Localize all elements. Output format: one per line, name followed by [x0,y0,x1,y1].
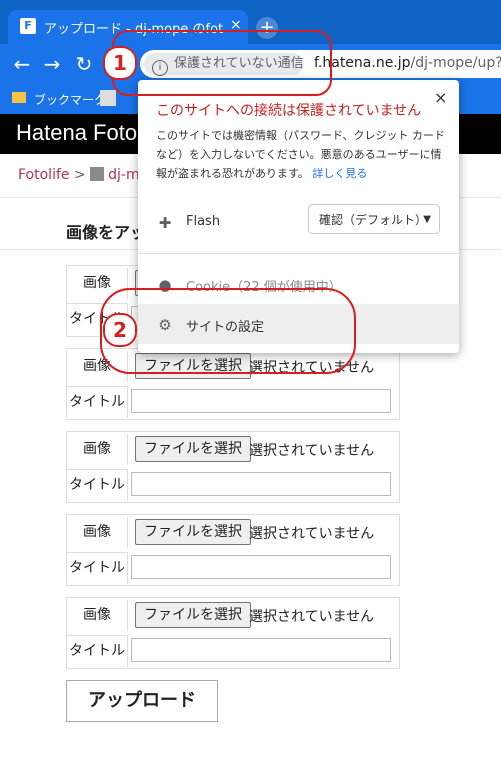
file-select-button[interactable]: ファイルを選択 [135,602,251,628]
annotation-ring-2 [100,288,356,374]
favicon-icon: F [20,18,36,34]
file-status: 選択されていません [249,526,375,542]
image-row: 画像 ファイルを選択 選択されていません [67,432,399,467]
file-status: 選択されていません [249,443,375,459]
popup-description-text: このサイトでは機密情報（パスワード、クレジット カードなど）を入力しないでくださ… [156,129,446,180]
reload-icon[interactable]: ↻ [72,52,96,76]
url-path: /dj-mope/up?fol [410,55,501,71]
title-label: タイトル [67,635,128,667]
title-row: タイトル [67,467,399,502]
upload-group: 画像 ファイルを選択 選択されていません タイトル [66,514,400,586]
divider [138,253,459,254]
title-input[interactable] [131,472,391,496]
title-row: タイトル [67,384,399,419]
bookmark-item[interactable]: ブックマーク [34,91,106,108]
flash-permission-value: 確認（デフォルト） [319,213,428,227]
title-row: タイトル [67,633,399,668]
learn-more-link[interactable]: 詳しく見る [312,167,367,180]
upload-group: 画像 ファイルを選択 選択されていません タイトル [66,597,400,669]
avatar [90,167,105,181]
title-input[interactable] [131,638,391,662]
breadcrumb-separator: > [73,167,86,183]
folder-icon [12,92,26,103]
title-input[interactable] [131,389,391,413]
close-icon[interactable]: × [434,88,447,107]
upload-group: 画像 ファイルを選択 選択されていません タイトル [66,431,400,503]
title-label: タイトル [67,552,128,584]
file-status: 選択されていません [249,609,375,625]
file-select-button[interactable]: ファイルを選択 [135,519,251,545]
flash-permission-row: ✚ Flash 確認（デフォルト） ▼ [138,202,459,242]
chevron-down-icon: ▼ [423,214,431,225]
title-row: タイトル [67,550,399,585]
flash-permission-select[interactable]: 確認（デフォルト） ▼ [308,204,440,234]
image-label: 画像 [67,434,128,465]
puzzle-icon: ✚ [158,214,172,232]
upload-button[interactable]: アップロード [66,680,218,722]
annotation-ring-1 [112,30,332,96]
image-label: 画像 [67,517,128,548]
annotation-badge-1: 1 [103,46,137,80]
title-label: タイトル [67,469,128,501]
popup-warning-title: このサイトへの接続は保護されていません [156,103,422,119]
back-icon[interactable]: ← [10,52,34,76]
title-input[interactable] [131,555,391,579]
image-row: 画像 ファイルを選択 選択されていません [67,515,399,550]
title-label: タイトル [67,386,128,418]
image-row: 画像 ファイルを選択 選択されていません [67,598,399,633]
popup-description: このサイトでは機密情報（パスワード、クレジット カードなど）を入力しないでくださ… [156,126,446,183]
flash-label: Flash [186,214,221,229]
apps-icon[interactable] [100,90,116,106]
forward-icon[interactable]: → [40,52,64,76]
file-select-button[interactable]: ファイルを選択 [135,436,251,462]
image-label: 画像 [67,600,128,631]
breadcrumb-root-link[interactable]: Fotolife [18,167,70,183]
annotation-badge-2: 2 [103,313,137,347]
url-text: f.hatena.ne.jp/dj-mope/up?fol [314,55,501,71]
